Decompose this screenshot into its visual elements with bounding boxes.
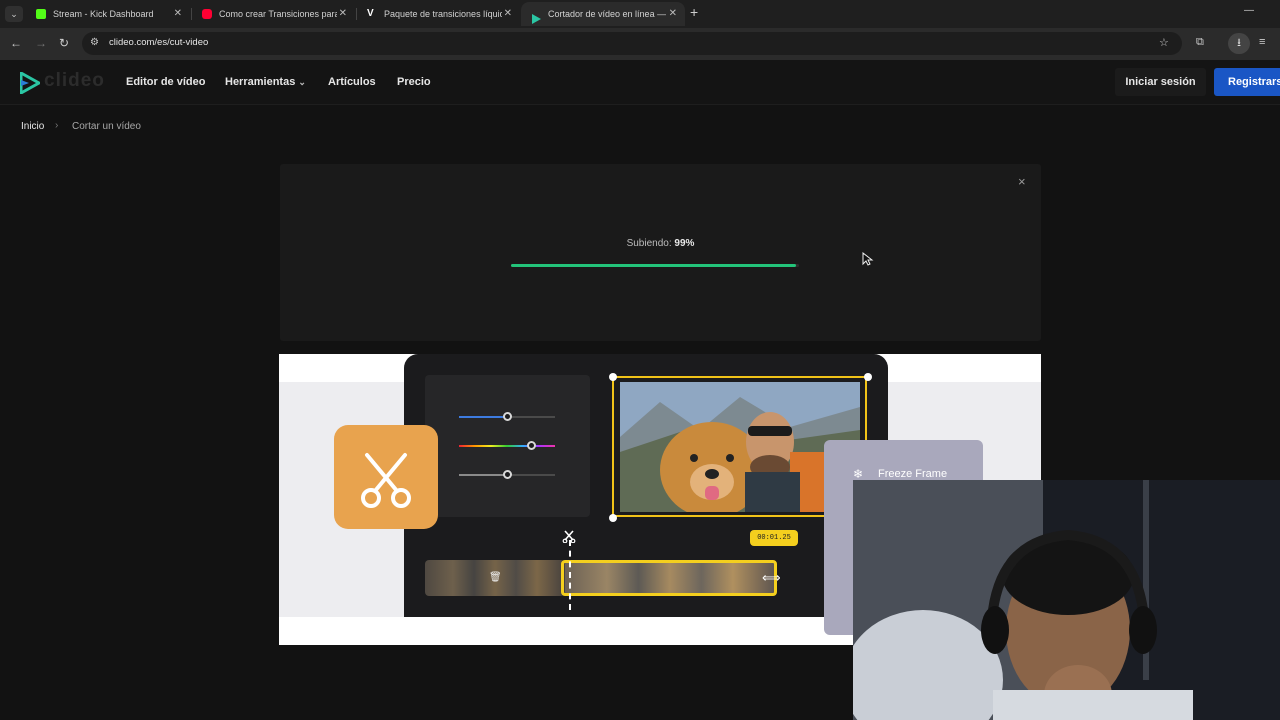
logo-text[interactable]: clideo: [44, 70, 105, 92]
tab-title: Cortador de vídeo en línea — R: [548, 9, 666, 19]
tab-youtube-video[interactable]: Como crear Transiciones para C ✕: [192, 2, 355, 26]
scissors-tile: [334, 425, 438, 529]
freeze-frame-label: Freeze Frame: [878, 468, 948, 480]
chevron-down-icon: ⌄: [298, 77, 306, 87]
nav-tools-label: Herramientas: [225, 76, 296, 88]
address-bar[interactable]: ⚙ clideo.com/es/cut-video ☆: [82, 32, 1182, 55]
tab-close-icon[interactable]: ✕: [174, 2, 182, 26]
scissors-marker-icon: [562, 530, 576, 543]
login-button[interactable]: Iniciar sesión: [1115, 68, 1206, 96]
extensions-icon[interactable]: ⧉: [1196, 36, 1204, 49]
bookmark-star-icon[interactable]: ☆: [1159, 36, 1169, 49]
upload-card: × Subiendo: 99%: [280, 164, 1041, 341]
nav-tools[interactable]: Herramientas ⌄: [225, 76, 306, 88]
tab-title: Como crear Transiciones para C: [219, 9, 337, 19]
timeline-track: 🗑 ⟺: [425, 560, 781, 596]
tab-clideo-cutter[interactable]: Cortador de vídeo en línea — R ✕: [521, 2, 685, 26]
tab-close-icon[interactable]: ✕: [504, 2, 512, 26]
clideo-favicon-icon: [531, 9, 541, 24]
tab-close-icon[interactable]: ✕: [669, 2, 677, 26]
scissors-icon: [361, 453, 411, 508]
nav-price[interactable]: Precio: [397, 76, 431, 88]
site-header: clideo Editor de vídeo Herramientas ⌄ Art…: [0, 60, 1280, 105]
tab-title: Stream - Kick Dashboard: [53, 9, 154, 19]
minimize-window-icon[interactable]: —: [1244, 5, 1254, 16]
chevron-right-icon: ›: [55, 120, 59, 131]
time-badge: 00:01.25: [750, 530, 798, 546]
tab-kick-dashboard[interactable]: Stream - Kick Dashboard ✕: [26, 2, 190, 26]
snowflake-icon: ❄: [853, 467, 864, 481]
webcam-overlay: [853, 480, 1280, 720]
register-button[interactable]: Registrarse: [1214, 68, 1280, 96]
playhead-line: [569, 540, 571, 610]
clideo-logo-icon[interactable]: [20, 72, 40, 94]
resize-handle: [609, 514, 617, 522]
tab-search-menu-icon[interactable]: ⌄: [5, 6, 23, 22]
saturation-slider: [459, 470, 555, 479]
reload-icon[interactable]: ↻: [59, 36, 69, 50]
v-favicon-icon: V: [367, 8, 374, 19]
nav-articles[interactable]: Artículos: [328, 76, 376, 88]
close-icon[interactable]: ×: [1018, 174, 1026, 189]
resize-handle: [609, 373, 617, 381]
forward-arrow-icon[interactable]: →: [35, 36, 47, 50]
back-arrow-icon[interactable]: ←: [10, 36, 22, 50]
tab-transitions-pack[interactable]: V Paquete de transiciones líquida ✕: [357, 2, 520, 26]
kick-favicon-icon: [36, 9, 46, 19]
mouse-cursor-icon: [862, 252, 874, 266]
upload-percent: 99%: [674, 238, 695, 249]
youtube-favicon-icon: [202, 9, 212, 19]
nav-video-editor[interactable]: Editor de vídeo: [126, 76, 205, 88]
site-settings-icon[interactable]: ⚙: [90, 37, 99, 48]
editor-mockup: 00:01.25 🗑 ⟺: [404, 354, 888, 617]
browser-toolbar: ← → ↻ ⚙ clideo.com/es/cut-video ☆ ⧉ ⭳ ≡: [0, 28, 1280, 60]
upload-progress-bar: [511, 264, 799, 267]
hue-slider: [459, 441, 555, 450]
brightness-slider: [459, 412, 555, 421]
trash-icon: 🗑: [489, 572, 502, 583]
upload-status: Subiendo: 99%: [280, 238, 1041, 249]
adjustments-panel: [425, 375, 590, 517]
tab-close-icon[interactable]: ✕: [339, 2, 347, 26]
breadcrumb-current: Cortar un vídeo: [72, 121, 141, 132]
url-text[interactable]: clideo.com/es/cut-video: [109, 37, 208, 48]
selected-range: [561, 560, 777, 596]
tab-title: Paquete de transiciones líquida: [384, 9, 502, 19]
downloads-icon[interactable]: ⭳: [1228, 33, 1250, 54]
breadcrumb-home-link[interactable]: Inicio: [21, 121, 44, 132]
trim-arrows-icon: ⟺: [762, 570, 781, 585]
upload-progress-fill: [511, 264, 797, 267]
browser-tab-strip: ⌄ Stream - Kick Dashboard ✕ Como crear T…: [0, 0, 1280, 28]
resize-handle: [864, 373, 872, 381]
reading-list-icon[interactable]: ≡: [1259, 36, 1265, 48]
new-tab-button[interactable]: +: [690, 4, 698, 20]
upload-status-label: Subiendo:: [626, 238, 672, 249]
